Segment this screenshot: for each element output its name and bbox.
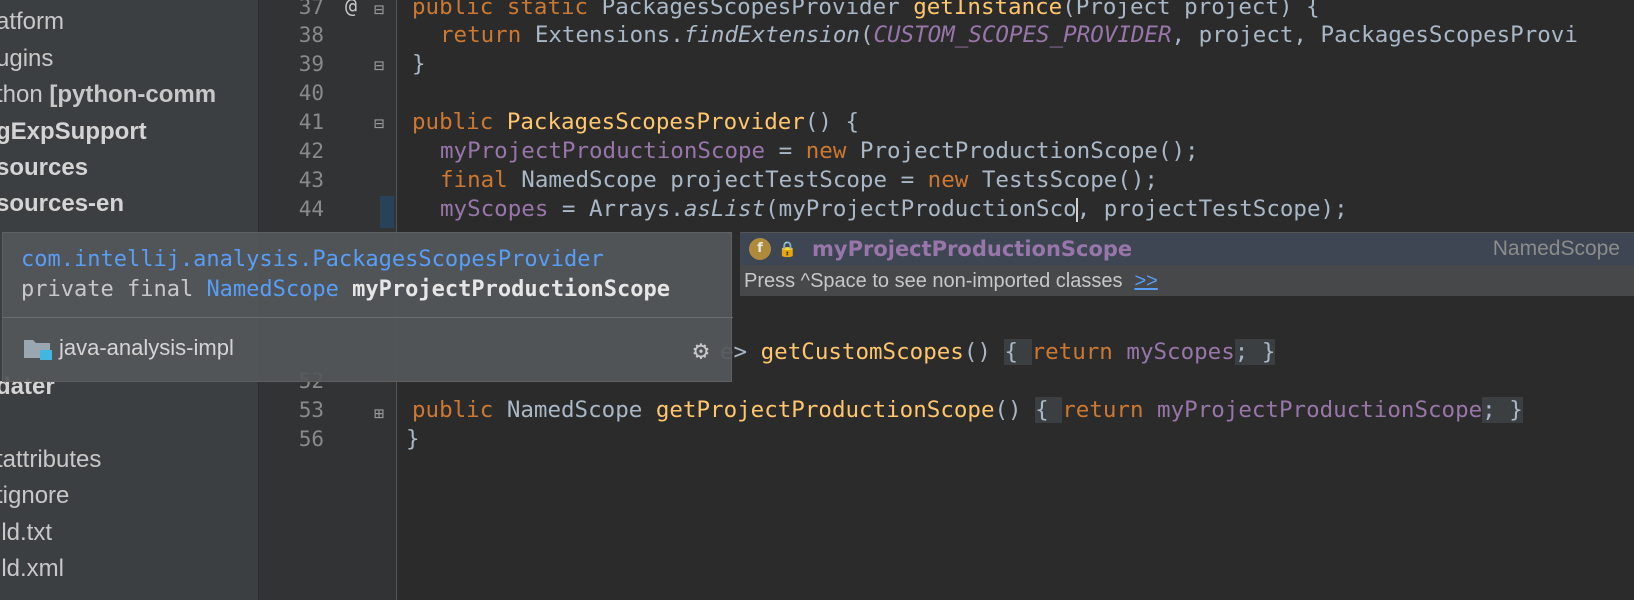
- line-number: 38: [298, 23, 324, 47]
- doc-module-name: java-analysis-impl: [59, 335, 234, 360]
- doc-signature: private final NamedScope myProjectProduc…: [21, 277, 671, 302]
- fold-end-icon[interactable]: ⊟: [374, 56, 384, 76]
- code-line-44[interactable]: myScopes = Arrays.asList(myProjectProduc…: [440, 194, 1348, 224]
- code-line-41[interactable]: public PackagesScopesProvider() {: [412, 107, 859, 137]
- show-non-imported-link[interactable]: >>: [1134, 270, 1157, 292]
- tree-item[interactable]: tignore: [0, 481, 69, 511]
- line-number: 37: [298, 0, 324, 19]
- unfold-icon[interactable]: ⊞: [374, 404, 384, 424]
- doc-type-link[interactable]: NamedScope: [206, 277, 338, 302]
- current-line-marker: [380, 196, 394, 228]
- tree-item[interactable]: thon [python-comm: [0, 80, 216, 110]
- tree-item[interactable]: gExpSupport: [0, 117, 147, 147]
- code-line-39[interactable]: }: [412, 49, 426, 79]
- completion-item-name: myProjectProductionScope: [812, 237, 1133, 261]
- tree-item[interactable]: ild.txt: [0, 518, 52, 548]
- code-line-43[interactable]: final NamedScope projectTestScope = new …: [440, 165, 1158, 195]
- doc-divider: [3, 317, 733, 318]
- gear-icon[interactable]: ⚙: [687, 337, 715, 365]
- tree-item[interactable]: ild.xml: [0, 554, 64, 584]
- line-number: 40: [298, 81, 324, 105]
- folded-region[interactable]: ; }: [1482, 397, 1523, 423]
- line-number: 43: [298, 168, 324, 192]
- tree-item[interactable]: atform: [0, 7, 64, 37]
- quick-documentation-popup[interactable]: com.intellij.analysis.PackagesScopesProv…: [2, 232, 733, 382]
- module-folder-icon: [24, 340, 52, 360]
- tree-item[interactable]: sources-en: [0, 189, 124, 219]
- fold-icon[interactable]: ⊟: [374, 0, 384, 20]
- private-lock-icon: 🔒: [778, 240, 797, 258]
- completion-popup[interactable]: f 🔒 myProjectProductionScope NamedScope …: [740, 232, 1634, 296]
- line-number: 56: [298, 427, 324, 451]
- folded-region[interactable]: ; }: [1234, 339, 1276, 365]
- line-number: 42: [298, 139, 324, 163]
- code-line-53[interactable]: public NamedScope getProjectProductionSc…: [412, 395, 1523, 425]
- folded-region[interactable]: {: [1004, 339, 1032, 365]
- tree-item[interactable]: sources: [0, 153, 88, 183]
- fold-icon[interactable]: ⊟: [374, 114, 384, 134]
- tree-item[interactable]: tattributes: [0, 445, 101, 475]
- tree-item-module-tag: [python-comm: [49, 81, 217, 108]
- field-icon: f: [749, 238, 771, 260]
- code-line-56[interactable]: }: [406, 424, 420, 454]
- line-number: 41: [298, 110, 324, 134]
- tree-item[interactable]: l: [0, 409, 1, 439]
- code-line-42[interactable]: myProjectProductionScope = new ProjectPr…: [440, 136, 1199, 166]
- tree-item[interactable]: ugins: [0, 44, 53, 74]
- line-number: 53: [298, 398, 324, 422]
- completion-item-selected[interactable]: f 🔒 myProjectProductionScope NamedScope: [740, 233, 1634, 265]
- code-line-51[interactable]: e> getCustomScopes() { return myScopes; …: [720, 337, 1276, 367]
- code-line-38[interactable]: return Extensions.findExtension(CUSTOM_S…: [440, 20, 1578, 50]
- tree-item-label: thon: [0, 81, 50, 108]
- code-line-37[interactable]: public static PackagesScopesProvider get…: [412, 0, 1320, 22]
- folded-region[interactable]: {: [1035, 397, 1063, 423]
- doc-class-link[interactable]: com.intellij.analysis.PackagesScopesProv…: [21, 247, 604, 272]
- line-number: 44: [298, 197, 324, 221]
- implements-marker-icon[interactable]: @: [345, 0, 357, 16]
- completion-item-type: NamedScope: [1492, 237, 1620, 260]
- line-number: 39: [298, 52, 324, 76]
- completion-hint: Press ^Space to see non-imported classes…: [744, 270, 1158, 292]
